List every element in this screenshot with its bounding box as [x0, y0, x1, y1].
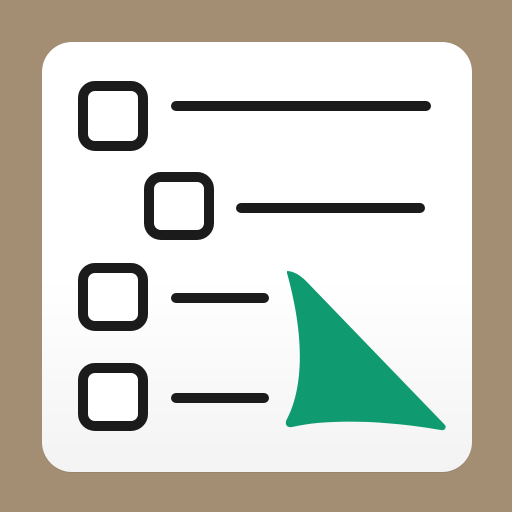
- checklist-item-1: [78, 81, 431, 151]
- checklist-item-2: [144, 172, 425, 240]
- checklist-item-4: [78, 363, 269, 431]
- checklist-illustration: [78, 81, 446, 431]
- checklist-item-3: [78, 263, 269, 331]
- app-icon: [0, 0, 512, 512]
- checkbox-4-icon: [78, 363, 148, 431]
- green-arrow-icon: [285, 271, 446, 431]
- checkbox-3-icon: [78, 263, 148, 331]
- checkbox-2-icon: [144, 172, 214, 240]
- checkbox-1-icon: [78, 81, 148, 151]
